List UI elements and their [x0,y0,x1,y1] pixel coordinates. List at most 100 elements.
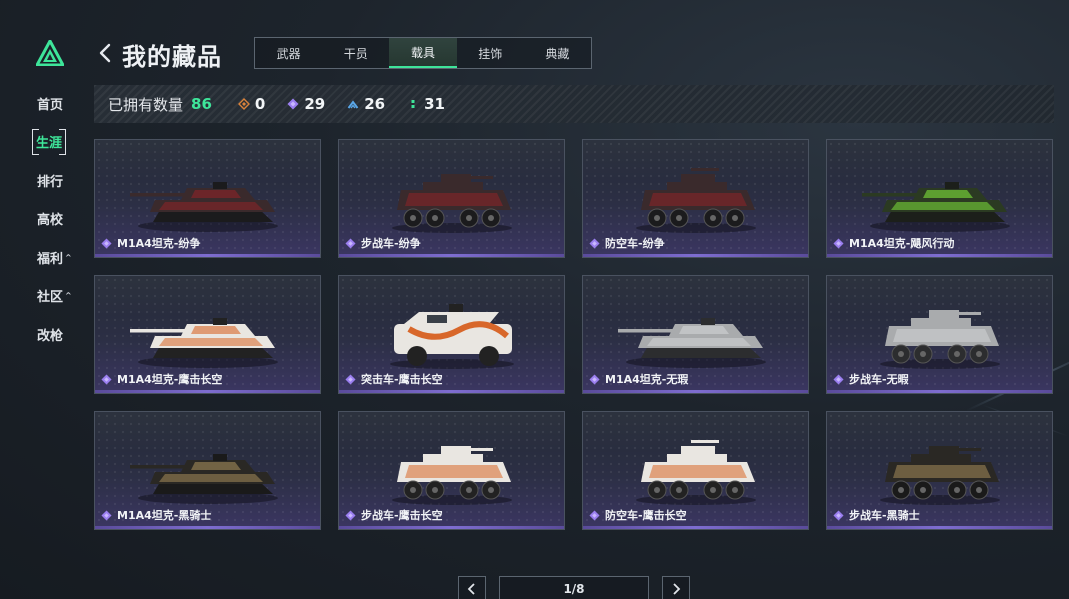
nav-label: 福利 [37,251,64,267]
vehicle-card[interactable]: 步战车-鹰击长空 [338,411,565,530]
vehicle-image [390,304,514,369]
vehicle-card[interactable]: M1A4坦克-黑骑士 [94,411,321,530]
vehicle-image [130,182,278,232]
vehicle-image [618,318,766,368]
rarity-diamond-icon [101,373,112,385]
rarity-diamond-icon [833,509,844,521]
nav-item-home[interactable]: 首页 [26,84,86,123]
rarity-diamond-icon [589,509,600,521]
nav-label: 社区 [37,290,64,306]
nav-label: 首页 [37,97,64,113]
page-indicator: 1/8 [499,576,649,599]
vehicle-card[interactable]: M1A4坦克-飓风行动 [826,139,1053,258]
caret-up-icon: ^ [65,252,72,262]
vehicle-card[interactable]: M1A4坦克-鹰击长空 [94,275,321,394]
vehicle-image [392,174,512,233]
card-name-row: 防空车-纷争 [589,235,665,251]
card-name-row: M1A4坦克-黑骑士 [101,507,211,523]
vehicle-name: 步战车-无暇 [849,373,909,386]
owned-count-label: 已拥有数量 [108,95,184,114]
category-tabs: 武器 干员 载具 挂饰 典藏 [254,37,592,69]
nav-item-community[interactable]: 社区 ^ [26,277,86,316]
vehicle-name: 步战车-纷争 [361,237,421,250]
back-arrow-icon[interactable] [96,42,114,64]
vehicle-card[interactable]: 防空车-鹰击长空 [582,411,809,530]
next-page-button[interactable] [662,576,690,599]
sidebar: 首页 生涯 排行 高校 福利 ^ 社区 ^ 改枪 [0,0,90,599]
rarity-diamond-icon [101,509,112,521]
vehicle-name: 步战车-鹰击长空 [361,509,443,522]
nav-label-active: 生涯 [32,129,67,156]
vehicle-image [130,454,278,504]
stat-blue: 26 [347,95,385,113]
tab-operators[interactable]: 干员 [322,38,389,68]
vehicle-name: 防空车-鹰击长空 [605,509,687,522]
page-title: 我的藏品 [122,43,222,71]
prev-page-button[interactable] [458,576,486,599]
vehicle-name: M1A4坦克-黑骑士 [117,509,212,522]
vehicle-image [862,182,1010,232]
tab-weapons[interactable]: 武器 [255,38,322,68]
chevron-left-icon [467,583,475,595]
vehicle-image [880,310,1000,369]
stat-value: 31 [424,95,445,113]
card-name-row: 防空车-鹰击长空 [589,507,687,523]
vehicle-card[interactable]: 突击车-鹰击长空 [338,275,565,394]
chevron-right-icon [673,583,681,595]
vehicle-name: M1A4坦克-飓风行动 [849,237,955,250]
pagination: 1/8 [458,576,690,599]
tab-vehicles[interactable]: 载具 [389,38,457,68]
rarity-diamond-icon [345,509,356,521]
vehicle-image [636,440,756,505]
rarity-diamond-icon [101,237,112,249]
tab-charms[interactable]: 挂饰 [457,38,524,68]
vehicle-card[interactable]: 步战车-黑骑士 [826,411,1053,530]
card-name-row: M1A4坦克-无瑕 [589,371,688,387]
nav-item-college[interactable]: 高校 [26,200,86,239]
vehicle-grid: M1A4坦克-纷争 步战车-纷争 防空车-纷争 M1A4坦克-飓风行动 M1A4… [94,139,1054,531]
vehicle-name: M1A4坦克-纷争 [117,237,201,250]
purple-diamond-icon [287,98,299,110]
nav-label: 改枪 [37,328,64,344]
side-nav: 首页 生涯 排行 高校 福利 ^ 社区 ^ 改枪 [26,84,86,354]
card-name-row: 步战车-无暇 [833,371,909,387]
vehicle-image [392,446,512,505]
game-logo-icon[interactable] [36,40,64,66]
vehicle-card[interactable]: M1A4坦克-无瑕 [582,275,809,394]
caret-up-icon: ^ [65,291,72,301]
vehicle-name: M1A4坦克-无瑕 [605,373,689,386]
stat-purple: 29 [287,95,325,113]
rarity-diamond-icon [345,373,356,385]
vehicle-card[interactable]: M1A4坦克-纷争 [94,139,321,258]
rarity-diamond-icon [833,237,844,249]
nav-item-ranking[interactable]: 排行 [26,161,86,200]
vehicle-image [636,168,756,233]
rarity-diamond-icon [833,373,844,385]
card-name-row: 步战车-鹰击长空 [345,507,443,523]
tab-collection[interactable]: 典藏 [524,38,591,68]
stat-value: 26 [364,95,386,113]
vehicle-name: 防空车-纷争 [605,237,665,250]
vehicle-name: 突击车-鹰击长空 [361,373,443,386]
vehicle-card[interactable]: 防空车-纷争 [582,139,809,258]
blue-chevron-icon [347,100,359,109]
rarity-diamond-icon [589,237,600,249]
card-name-row: M1A4坦克-鹰击长空 [101,371,222,387]
card-name-row: 突击车-鹰击长空 [345,371,443,387]
ownership-stats-bar: 已拥有数量 86 0 29 26 31 [94,85,1054,123]
vehicle-name: 步战车-黑骑士 [849,509,920,522]
vehicle-card[interactable]: 步战车-无暇 [826,275,1053,394]
nav-label: 排行 [37,174,64,190]
vehicle-card[interactable]: 步战车-纷争 [338,139,565,258]
stat-value: 29 [304,95,326,113]
nav-item-gunsmith[interactable]: 改枪 [26,315,86,354]
rarity-diamond-icon [589,373,600,385]
vehicle-name: M1A4坦克-鹰击长空 [117,373,223,386]
nav-item-career[interactable]: 生涯 [26,123,86,162]
nav-item-welfare[interactable]: 福利 ^ [26,238,86,277]
vehicle-image [130,318,278,368]
stat-value: 0 [254,95,266,113]
card-name-row: M1A4坦克-飓风行动 [833,235,954,251]
nav-label: 高校 [37,213,64,229]
owned-count-value: 86 [191,95,212,113]
